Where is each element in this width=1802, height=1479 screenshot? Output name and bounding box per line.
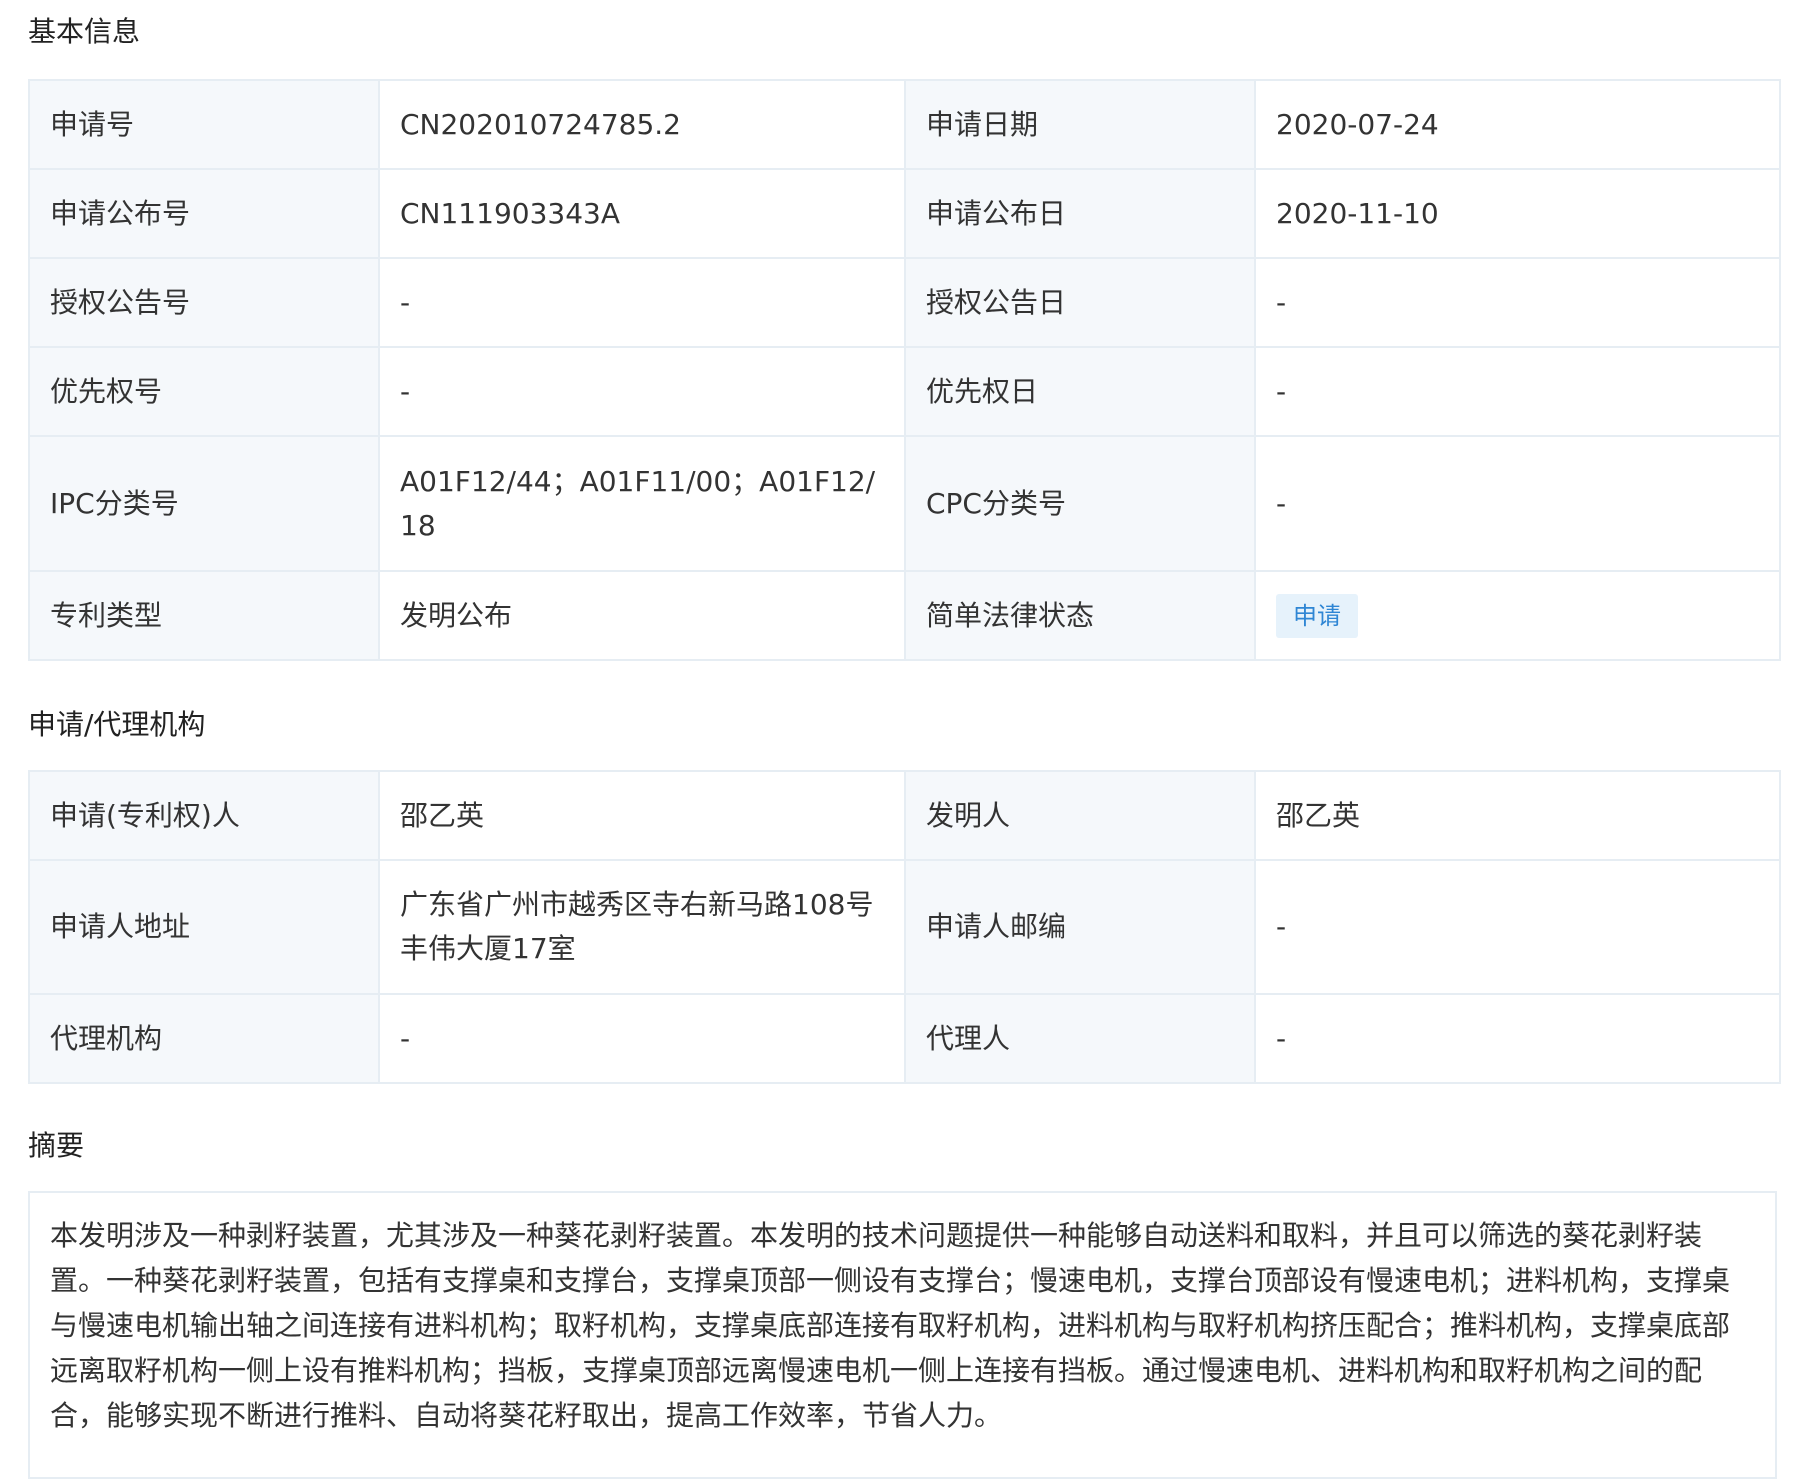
field-label: 优先权号 xyxy=(28,346,380,437)
field-label: 代理机构 xyxy=(28,993,380,1084)
field-label: 申请公布号 xyxy=(28,168,380,259)
field-label: 申请公布日 xyxy=(904,168,1256,259)
table-row: 代理机构 - 代理人 - xyxy=(28,993,1781,1084)
section-title-basic-info: 基本信息 xyxy=(28,15,141,48)
basic-info-table: 申请号 CN202010724785.2 申请日期 2020-07-24 申请公… xyxy=(28,79,1781,661)
grant-number-value: - xyxy=(378,257,906,348)
abstract-text: 本发明涉及一种剥籽装置，尤其涉及一种葵花剥籽装置。本发明的技术问题提供一种能够自… xyxy=(28,1191,1777,1479)
application-number-value: CN202010724785.2 xyxy=(378,79,906,170)
field-label: 申请人邮编 xyxy=(904,859,1256,995)
field-label: IPC分类号 xyxy=(28,435,380,572)
applicant-value: 邵乙英 xyxy=(378,770,906,861)
field-label: 申请号 xyxy=(28,79,380,170)
agency-value: - xyxy=(378,993,906,1084)
legal-status-badge: 申请 xyxy=(1276,594,1358,638)
table-row: 申请公布号 CN111903343A 申请公布日 2020-11-10 xyxy=(28,168,1781,259)
applicant-address-value: 广东省广州市越秀区寺右新马路108号丰伟大厦17室 xyxy=(378,859,906,995)
field-label: 简单法律状态 xyxy=(904,570,1256,661)
field-label: 发明人 xyxy=(904,770,1256,861)
field-label: 申请(专利权)人 xyxy=(28,770,380,861)
field-label: 授权公告号 xyxy=(28,257,380,348)
grant-date-value: - xyxy=(1254,257,1781,348)
table-row: 申请(专利权)人 邵乙英 发明人 邵乙英 xyxy=(28,770,1781,861)
patent-type-value: 发明公布 xyxy=(378,570,906,661)
applicant-zipcode-value: - xyxy=(1254,859,1781,995)
field-label: 申请人地址 xyxy=(28,859,380,995)
publication-date-value: 2020-11-10 xyxy=(1254,168,1781,259)
section-title-abstract: 摘要 xyxy=(28,1129,85,1162)
field-label: 代理人 xyxy=(904,993,1256,1084)
table-row: IPC分类号 A01F12/44；A01F11/00；A01F12/18 CPC… xyxy=(28,435,1781,572)
field-label: 优先权日 xyxy=(904,346,1256,437)
field-label: 授权公告日 xyxy=(904,257,1256,348)
table-row: 授权公告号 - 授权公告日 - xyxy=(28,257,1781,348)
cpc-class-value: - xyxy=(1254,435,1781,572)
table-row: 申请人地址 广东省广州市越秀区寺右新马路108号丰伟大厦17室 申请人邮编 - xyxy=(28,859,1781,995)
agent-value: - xyxy=(1254,993,1781,1084)
table-row: 专利类型 发明公布 简单法律状态 申请 xyxy=(28,570,1781,661)
priority-date-value: - xyxy=(1254,346,1781,437)
field-label: CPC分类号 xyxy=(904,435,1256,572)
legal-status-cell: 申请 xyxy=(1254,570,1781,661)
agency-info-table: 申请(专利权)人 邵乙英 发明人 邵乙英 申请人地址 广东省广州市越秀区寺右新马… xyxy=(28,770,1781,1084)
publication-number-value: CN111903343A xyxy=(378,168,906,259)
table-row: 优先权号 - 优先权日 - xyxy=(28,346,1781,437)
patent-detail-page: 基本信息 申请号 CN202010724785.2 申请日期 2020-07-2… xyxy=(0,0,1802,1479)
inventor-value: 邵乙英 xyxy=(1254,770,1781,861)
priority-number-value: - xyxy=(378,346,906,437)
section-title-agency: 申请/代理机构 xyxy=(28,708,206,741)
ipc-class-value: A01F12/44；A01F11/00；A01F12/18 xyxy=(378,435,906,572)
application-date-value: 2020-07-24 xyxy=(1254,79,1781,170)
field-label: 申请日期 xyxy=(904,79,1256,170)
table-row: 申请号 CN202010724785.2 申请日期 2020-07-24 xyxy=(28,79,1781,170)
field-label: 专利类型 xyxy=(28,570,380,661)
